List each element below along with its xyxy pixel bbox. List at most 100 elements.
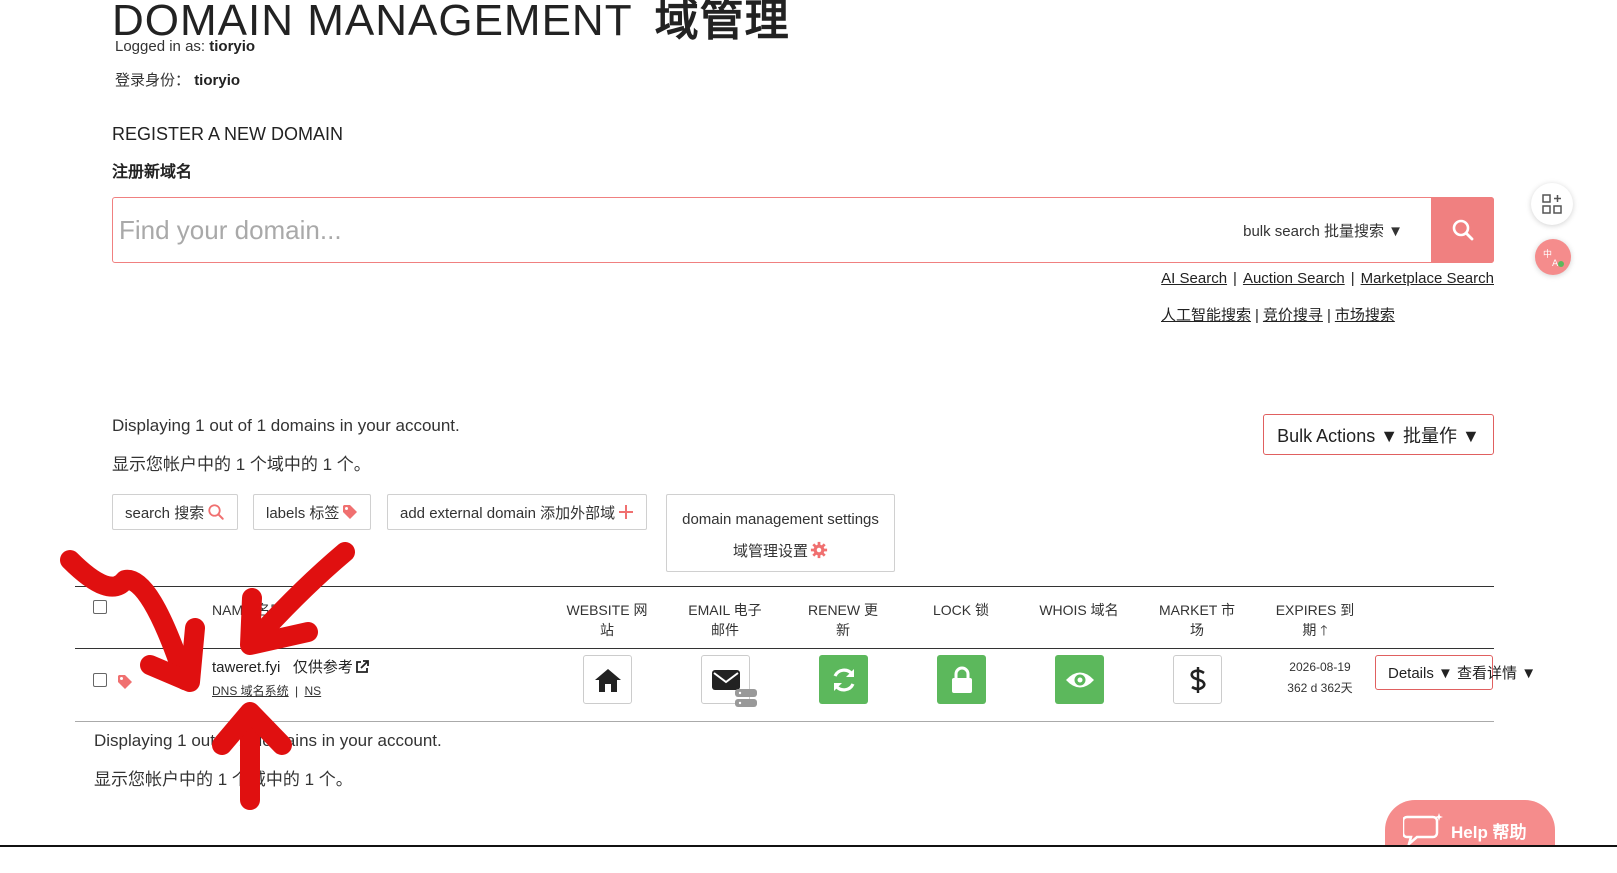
header-line: 期 🡑: [1302, 622, 1328, 638]
divider: |: [1350, 270, 1355, 287]
logged-in-line: Logged in as: tioryio: [115, 38, 255, 55]
header-line: 新: [836, 622, 850, 638]
page-title-cn: 域管理: [654, 0, 790, 45]
annotation-arrow-left: [60, 550, 195, 690]
bulk-actions-button[interactable]: Bulk Actions ▼ 批量作 ▼: [1263, 414, 1494, 455]
chat-icon: [1403, 813, 1443, 847]
settings-label-cn: 域管理设置: [732, 543, 808, 560]
settings-label-cn-row: 域管理设置: [667, 536, 894, 571]
server-icon: [735, 689, 757, 707]
divider: |: [295, 684, 299, 698]
expires-cell: 2026-08-19 362 d 362天: [1280, 657, 1360, 699]
search-filter-button[interactable]: search 搜索: [112, 494, 239, 530]
expires-days: 362 d 362天: [1287, 681, 1353, 695]
domain-count-text-cn: 显示您帐户中的 1 个域中的 1 个。: [112, 455, 371, 474]
header-line: WEBSITE 网: [566, 602, 648, 618]
row-checkbox[interactable]: [93, 673, 107, 687]
dns-links: DNS 域名系统 | NS: [212, 682, 321, 699]
domain-note: 仅供参考: [292, 659, 353, 676]
email-button[interactable]: [701, 655, 757, 707]
website-button[interactable]: [583, 655, 632, 704]
domain-name: taweret.fyi 仅供参考: [212, 656, 369, 678]
plus-icon: [618, 504, 634, 520]
username-cn: tioryio: [194, 72, 241, 89]
tag-icon[interactable]: [117, 674, 133, 695]
header-line: EXPIRES 到: [1275, 602, 1355, 618]
ai-search-link[interactable]: AI Search: [1161, 270, 1227, 287]
market-button[interactable]: [1173, 655, 1222, 704]
search-links-cn: 人工智能搜索 | 竞价搜寻 | 市场搜索: [1161, 304, 1395, 325]
annotation-arrow-right: [245, 542, 355, 650]
svg-text:A: A: [1552, 259, 1559, 268]
lock-button[interactable]: [937, 655, 986, 704]
username: tioryio: [209, 38, 256, 55]
divider: |: [1326, 307, 1331, 324]
svg-text:中: 中: [1543, 248, 1552, 260]
eye-icon: [1065, 672, 1094, 687]
column-header-name[interactable]: NAME 名字: [212, 600, 284, 620]
details-button[interactable]: Details ▼ 查看详情 ▼: [1375, 655, 1536, 690]
grid-add-icon: [1542, 194, 1562, 214]
search-icon: [207, 503, 225, 521]
column-header-expires[interactable]: EXPIRES 到期 🡑: [1270, 600, 1360, 640]
side-add-widget-button[interactable]: [1531, 183, 1573, 225]
ai-search-link-cn[interactable]: 人工智能搜索: [1161, 307, 1251, 324]
header-line: RENEW 更: [808, 602, 878, 618]
table-bottom-border: [75, 721, 1494, 722]
whois-button[interactable]: [1055, 655, 1104, 704]
divider: |: [1233, 270, 1237, 287]
renew-button[interactable]: [819, 655, 868, 704]
search-filter-label: search 搜索: [125, 504, 205, 522]
bottom-edge: [0, 845, 1617, 873]
divider: |: [1255, 307, 1259, 324]
lock-icon: [951, 666, 972, 693]
column-header-renew: RENEW 更新: [798, 600, 888, 640]
search-button[interactable]: [1431, 197, 1494, 263]
domain-name-link[interactable]: taweret.fyi: [212, 659, 280, 676]
gear-icon: [810, 539, 828, 571]
auction-search-link-cn[interactable]: 竞价搜寻: [1263, 307, 1323, 324]
dollar-icon: [1189, 666, 1206, 693]
table-top-border: [75, 586, 1494, 587]
auction-search-link[interactable]: Auction Search: [1243, 270, 1345, 287]
help-label: Help 帮助: [1451, 822, 1527, 842]
external-link-icon[interactable]: [355, 660, 369, 678]
settings-label: domain management settings: [682, 511, 879, 528]
translate-icon: 中A: [1543, 248, 1564, 268]
logged-in-label-cn: 登录身份：: [115, 72, 191, 89]
marketplace-search-link[interactable]: Marketplace Search: [1361, 270, 1494, 287]
ns-link[interactable]: NS: [304, 684, 321, 698]
domain-settings-button[interactable]: domain management settings 域管理设置: [666, 494, 895, 572]
column-header-email: EMAIL 电子 邮件: [680, 600, 770, 640]
select-all-checkbox[interactable]: [93, 600, 107, 614]
column-header-whois: WHOIS 域名: [1039, 602, 1119, 618]
header-line: 场: [1190, 622, 1204, 638]
domain-count-text-bottom: Displaying 1 out of 1 domains in your ac…: [94, 731, 442, 750]
logged-in-line-cn: 登录身份： tioryio: [115, 69, 240, 90]
domain-count-text: Displaying 1 out of 1 domains in your ac…: [112, 416, 460, 435]
refresh-icon: [833, 668, 854, 691]
column-header-market: MARKET 市场: [1152, 600, 1242, 640]
marketplace-search-link-cn[interactable]: 市场搜索: [1335, 307, 1395, 324]
table-header-border: [75, 648, 1494, 649]
header-line: MARKET 市: [1159, 602, 1235, 618]
dns-link[interactable]: DNS 域名系统: [212, 684, 289, 698]
header-line: 站: [600, 622, 614, 638]
header-line: 邮件: [711, 622, 739, 638]
domain-count-text-bottom-cn: 显示您帐户中的 1 个域中的 1 个。: [94, 770, 353, 789]
register-title: REGISTER A NEW DOMAIN: [112, 124, 344, 144]
labels-button[interactable]: labels 标签: [253, 494, 372, 530]
search-icon: [1452, 219, 1473, 241]
column-header-lock: LOCK 锁: [932, 602, 989, 618]
side-translate-button[interactable]: 中A: [1535, 239, 1571, 275]
logged-in-label: Logged in as:: [115, 38, 206, 55]
domain-search-input[interactable]: [119, 208, 1219, 252]
envelope-icon: [711, 669, 740, 690]
header-line: EMAIL 电子: [688, 602, 762, 618]
bulk-search-dropdown[interactable]: bulk search 批量搜索 ▼: [1243, 220, 1403, 241]
home-icon: [594, 668, 621, 692]
register-title-cn: 注册新域名: [112, 164, 193, 181]
add-external-domain-button[interactable]: add external domain 添加外部域: [387, 494, 648, 530]
expires-date: 2026-08-19: [1289, 660, 1351, 674]
domain-search-box: bulk search 批量搜索 ▼: [112, 197, 1494, 263]
